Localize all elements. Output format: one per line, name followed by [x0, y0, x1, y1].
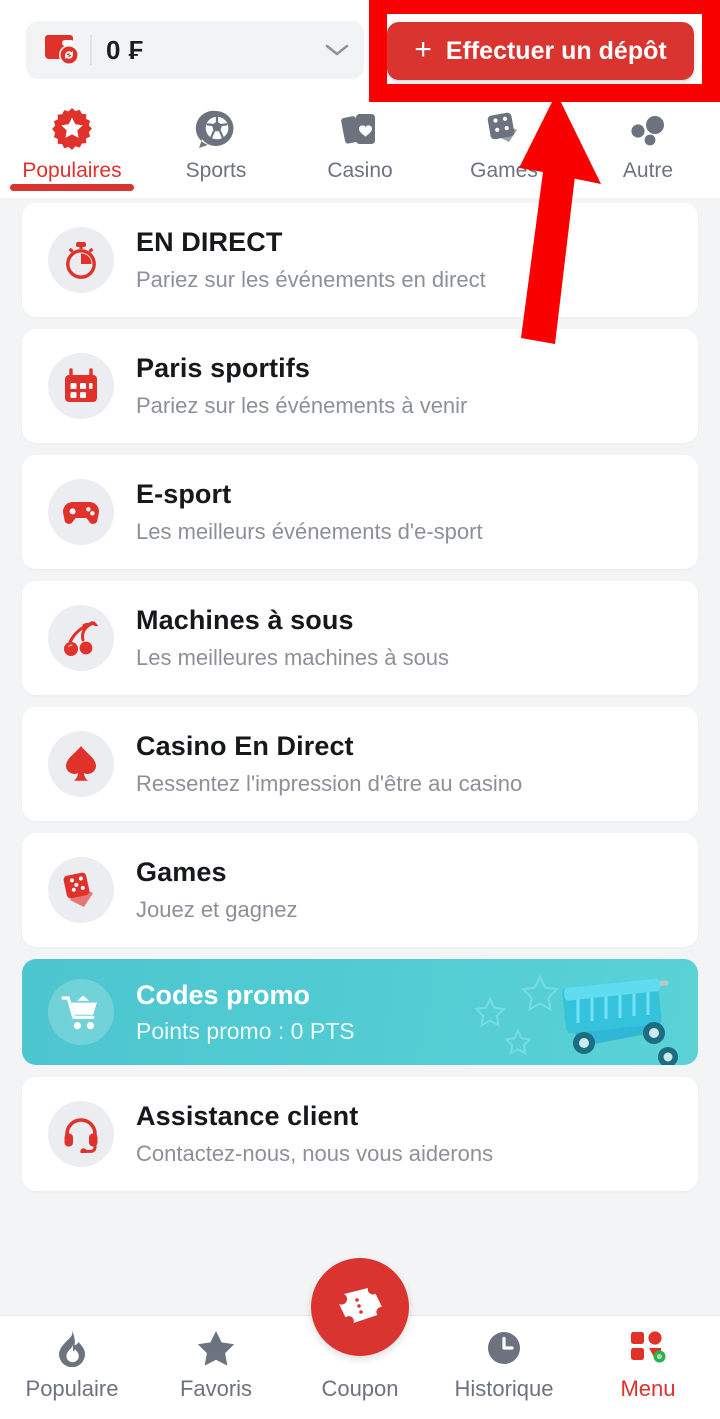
- headset-icon: [48, 1101, 114, 1167]
- list-item-text: E-sport Les meilleurs événements d'e-spo…: [136, 479, 483, 544]
- tab-label: Autre: [622, 159, 674, 182]
- nav-label: Populaire: [25, 1376, 119, 1401]
- list-item-paris-sportifs[interactable]: Paris sportifs Pariez sur les événements…: [22, 329, 698, 443]
- badge-star-icon: [49, 108, 95, 152]
- nav-item-favoris[interactable]: Favoris: [144, 1316, 288, 1402]
- list-item-title: E-sport: [136, 479, 232, 510]
- nav-item-menu[interactable]: Menu: [576, 1316, 720, 1402]
- list-item-e-sport[interactable]: E-sport Les meilleurs événements d'e-spo…: [22, 455, 698, 569]
- nav-label: Menu: [620, 1376, 676, 1401]
- tab-casino[interactable]: Casino: [288, 100, 432, 183]
- nav-item-historique[interactable]: Historique: [432, 1316, 576, 1402]
- dice-icon: [481, 108, 527, 152]
- dice-cards-icon: [48, 857, 114, 923]
- deposit-button[interactable]: + Effectuer un dépôt: [387, 22, 694, 80]
- nav-label: Favoris: [179, 1376, 253, 1401]
- balance-selector[interactable]: 0 ₣: [26, 21, 364, 79]
- star-icon: [196, 1326, 236, 1370]
- category-tabs: Populaires Sports Casino Games Autre: [0, 100, 720, 198]
- list-item-subtitle: Pariez sur les événements à venir: [136, 392, 468, 418]
- nav-item-coupon[interactable]: Coupon: [288, 1258, 432, 1402]
- list-item-subtitle: Les meilleures machines à sous: [136, 644, 450, 670]
- ticket-icon: [339, 1288, 382, 1323]
- coupon-fab-button[interactable]: [311, 1258, 409, 1356]
- soccer-ball-icon: [194, 108, 238, 152]
- list-item-text: Casino En Direct Ressentez l'impression …: [136, 731, 522, 796]
- app-screen: 0 ₣ + Effectuer un dépôt Populaires Spor…: [0, 0, 720, 1419]
- balance-amount: 0 ₣: [106, 34, 144, 65]
- wallet-refresh-icon: [40, 29, 86, 71]
- tab-label: Casino: [327, 159, 393, 182]
- list-item-title: EN DIRECT: [136, 227, 283, 258]
- tab-autre[interactable]: Autre: [576, 100, 720, 183]
- list-item-title: Assistance client: [136, 1101, 359, 1132]
- list-item-title: Games: [136, 857, 227, 888]
- list-item-subtitle: Contactez-nous, nous vous aiderons: [136, 1140, 494, 1166]
- list-item-title: Casino En Direct: [136, 731, 354, 762]
- shopping-cart-icon: [48, 979, 114, 1045]
- nav-item-populaire[interactable]: Populaire: [0, 1316, 144, 1402]
- flame-icon: [55, 1326, 89, 1370]
- nav-label: Historique: [454, 1376, 554, 1401]
- promo-subtitle: Points promo : 0 PTS: [136, 1017, 355, 1044]
- tab-label: Sports: [185, 159, 247, 182]
- cherries-icon: [48, 605, 114, 671]
- top-bar: 0 ₣ + Effectuer un dépôt: [0, 0, 720, 100]
- list-item-casino-en-direct[interactable]: Casino En Direct Ressentez l'impression …: [22, 707, 698, 821]
- list-item-subtitle: Pariez sur les événements en direct: [136, 266, 486, 292]
- list-item-subtitle: Les meilleurs événements d'e-sport: [136, 518, 483, 544]
- list-item-subtitle: Ressentez l'impression d'être au casino: [136, 770, 523, 796]
- list-item-subtitle: Jouez et gagnez: [136, 896, 298, 922]
- category-list: EN DIRECT Pariez sur les événements en d…: [0, 203, 720, 1203]
- list-item-en-direct[interactable]: EN DIRECT Pariez sur les événements en d…: [22, 203, 698, 317]
- tab-label: Populaires: [22, 159, 122, 182]
- tab-populaires[interactable]: Populaires: [0, 100, 144, 191]
- grid-menu-icon: [628, 1326, 668, 1370]
- nav-label: Coupon: [321, 1376, 399, 1401]
- list-item-machines-a-sous[interactable]: Machines à sous Les meilleures machines …: [22, 581, 698, 695]
- gamepad-icon: [48, 479, 114, 545]
- bottom-navigation: Populaire Favoris Coupon Historique Menu: [0, 1258, 720, 1419]
- deposit-button-label: Effectuer un dépôt: [445, 36, 667, 65]
- list-item-text: Games Jouez et gagnez: [136, 857, 297, 922]
- shopping-cart-3d-art: [473, 974, 678, 1065]
- list-item-text: Assistance client Contactez-nous, nous v…: [136, 1101, 493, 1166]
- list-item-title: Paris sportifs: [136, 353, 310, 384]
- list-item-games[interactable]: Games Jouez et gagnez: [22, 833, 698, 947]
- promo-text: Codes promo Points promo : 0 PTS: [136, 980, 355, 1045]
- list-item-text: Machines à sous Les meilleures machines …: [136, 605, 449, 670]
- three-dots-icon: [626, 108, 670, 152]
- plus-icon: +: [414, 33, 432, 66]
- promo-title: Codes promo: [136, 979, 311, 1010]
- list-item-text: EN DIRECT Pariez sur les événements en d…: [136, 227, 486, 292]
- spade-icon: [48, 731, 114, 797]
- active-tab-indicator: [10, 184, 134, 191]
- tab-label: Games: [470, 159, 538, 182]
- list-item-assistance-client[interactable]: Assistance client Contactez-nous, nous v…: [22, 1077, 698, 1191]
- stopwatch-icon: [48, 227, 114, 293]
- playing-cards-heart-icon: [338, 108, 382, 152]
- tab-games[interactable]: Games: [432, 100, 576, 183]
- clock-icon: [486, 1326, 522, 1370]
- pill-divider: [90, 35, 92, 65]
- list-item-text: Paris sportifs Pariez sur les événements…: [136, 353, 467, 418]
- calendar-icon: [48, 353, 114, 419]
- list-item-title: Machines à sous: [136, 605, 354, 636]
- chevron-down-icon[interactable]: [324, 42, 350, 58]
- tab-sports[interactable]: Sports: [144, 100, 288, 183]
- promo-banner[interactable]: Codes promo Points promo : 0 PTS: [22, 959, 698, 1065]
